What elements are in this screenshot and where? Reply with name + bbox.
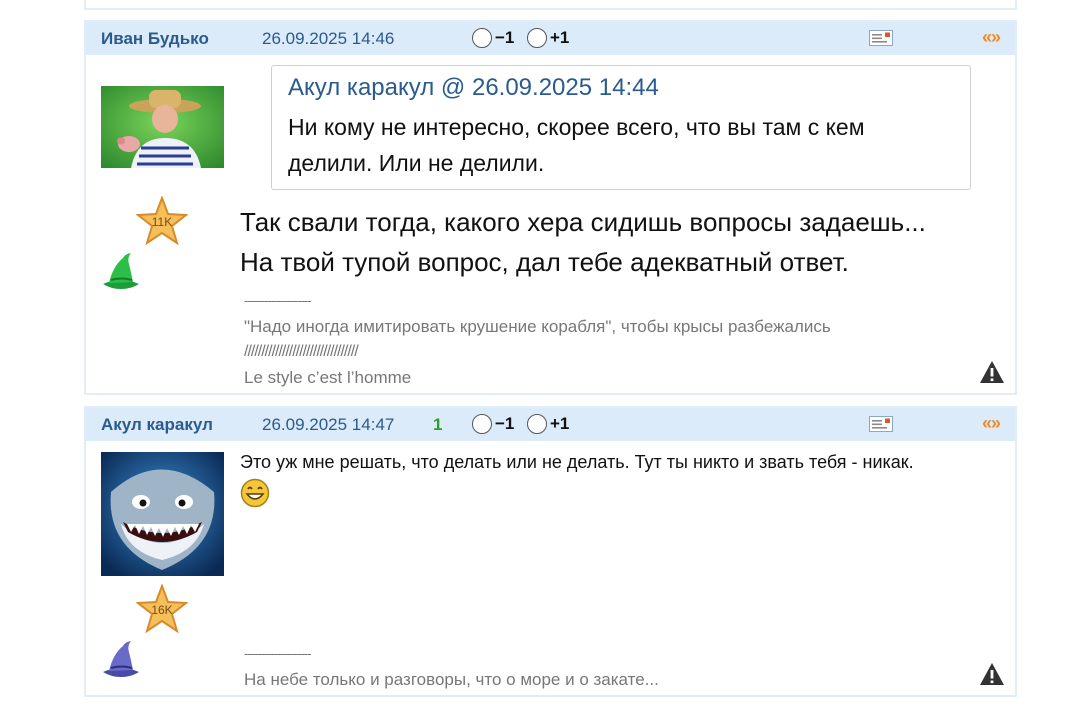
- vote-plus[interactable]: +1: [527, 28, 569, 48]
- quote-line: делили. Или не делили.: [288, 150, 545, 176]
- signature-divider: --------------------: [244, 646, 312, 661]
- quote-at: @: [440, 74, 466, 101]
- signature-slashes: /////////////////////////////////: [244, 343, 359, 360]
- post-date[interactable]: 26.09.2025 14:46: [262, 29, 394, 49]
- vote-plus[interactable]: +1: [527, 414, 569, 434]
- signature: -------------------- На небе только и ра…: [244, 641, 659, 692]
- vote-minus-label: −1: [495, 414, 515, 433]
- quote-header: Акул каракул @ 26.09.2025 14:44: [288, 72, 954, 103]
- vote-minus[interactable]: −1: [472, 414, 514, 434]
- post-body: Так свали тогда, какого хера сидишь вопр…: [240, 202, 926, 282]
- smiley-icon: [240, 478, 270, 508]
- forum-post: Акул каракул 26.09.2025 14:47 1 −1 +1 «»: [84, 406, 1017, 697]
- quote-author[interactable]: Акул каракул: [288, 74, 434, 101]
- warning-icon[interactable]: [979, 360, 1005, 384]
- post-header: Иван Будько 26.09.2025 14:46 −1 +1 «»: [86, 22, 1015, 55]
- message-icon[interactable]: [869, 30, 893, 46]
- post-header: Акул каракул 26.09.2025 14:47 1 −1 +1 «»: [86, 408, 1015, 441]
- vote-plus-radio[interactable]: [527, 414, 547, 434]
- avatar[interactable]: [101, 452, 224, 576]
- avatar[interactable]: [101, 86, 224, 168]
- warning-icon[interactable]: [979, 662, 1005, 686]
- quote-block: Акул каракул @ 26.09.2025 14:44 Ни кому …: [271, 65, 971, 190]
- message-icon[interactable]: [869, 416, 893, 432]
- author-name[interactable]: Иван Будько: [101, 29, 209, 49]
- quote-date[interactable]: 26.09.2025 14:44: [472, 74, 659, 101]
- vote-plus-label: +1: [550, 28, 570, 47]
- quote-text: Ни кому не интересно, скорее всего, что …: [288, 109, 954, 181]
- wizard-hat-icon: [103, 641, 139, 677]
- post-body-line: Так свали тогда, какого хера сидишь вопр…: [240, 207, 926, 237]
- vote-plus-radio[interactable]: [527, 28, 547, 48]
- signature-line: "Надо иногда имитировать крушение корабл…: [244, 316, 831, 336]
- star-rank-icon: [136, 584, 188, 634]
- wizard-hat-icon: [103, 253, 139, 289]
- post-score: 1: [433, 415, 443, 434]
- quote-icon[interactable]: «»: [982, 413, 1001, 434]
- author-name[interactable]: Акул каракул: [101, 415, 213, 435]
- signature: -------------------- "Надо иногда имитир…: [244, 288, 831, 390]
- vote-minus-radio[interactable]: [472, 28, 492, 48]
- vote-plus-label: +1: [550, 414, 570, 433]
- signature-line: Le style c’est l’homme: [244, 367, 412, 387]
- quote-line: Ни кому не интересно, скорее всего, что …: [288, 114, 865, 140]
- signature-line: На небе только и разговоры, что о море и…: [244, 669, 659, 689]
- vote-minus-radio[interactable]: [472, 414, 492, 434]
- post-date[interactable]: 26.09.2025 14:47: [262, 415, 394, 435]
- forum-post: Иван Будько 26.09.2025 14:46 −1 +1 «» 11…: [84, 20, 1017, 395]
- quote-icon[interactable]: «»: [982, 27, 1001, 48]
- signature-divider: --------------------: [244, 293, 312, 308]
- previous-post-bottom: [84, 0, 1017, 10]
- vote-minus-label: −1: [495, 28, 515, 47]
- star-rank-icon: [136, 196, 188, 246]
- post-body-line: На твой тупой вопрос, дал тебе адекватны…: [240, 247, 849, 277]
- vote-minus[interactable]: −1: [472, 28, 514, 48]
- post-body-line: Это уж мне решать, что делать или не дел…: [240, 452, 914, 472]
- post-body: Это уж мне решать, что делать или не дел…: [240, 450, 914, 474]
